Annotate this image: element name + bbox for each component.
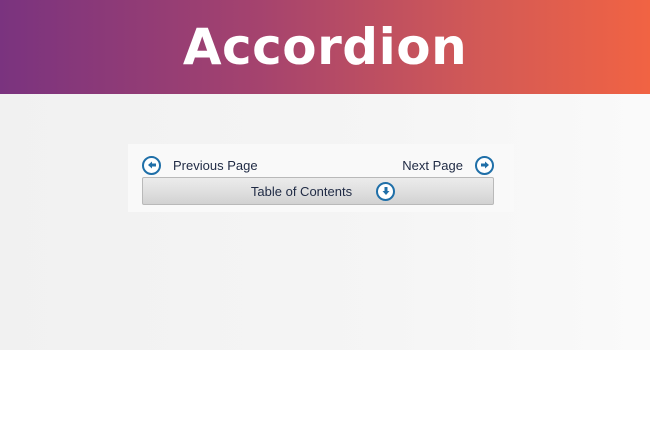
table-of-contents-label: Table of Contents xyxy=(250,183,353,199)
page-title: Accordion xyxy=(182,18,468,76)
page-navigation: Previous Page Next Page xyxy=(142,154,494,176)
header-banner: Accordion xyxy=(0,0,650,94)
content-area xyxy=(0,94,650,350)
arrow-left-circle-icon xyxy=(142,155,161,175)
next-page-link[interactable]: Next Page xyxy=(402,154,494,176)
next-page-label: Next Page xyxy=(402,157,463,173)
previous-page-link[interactable]: Previous Page xyxy=(142,154,258,176)
table-of-contents-toggle[interactable]: Table of Contents xyxy=(142,177,494,205)
previous-page-label: Previous Page xyxy=(173,157,258,173)
arrow-down-circle-icon xyxy=(376,181,396,201)
arrow-right-circle-icon xyxy=(475,155,494,175)
